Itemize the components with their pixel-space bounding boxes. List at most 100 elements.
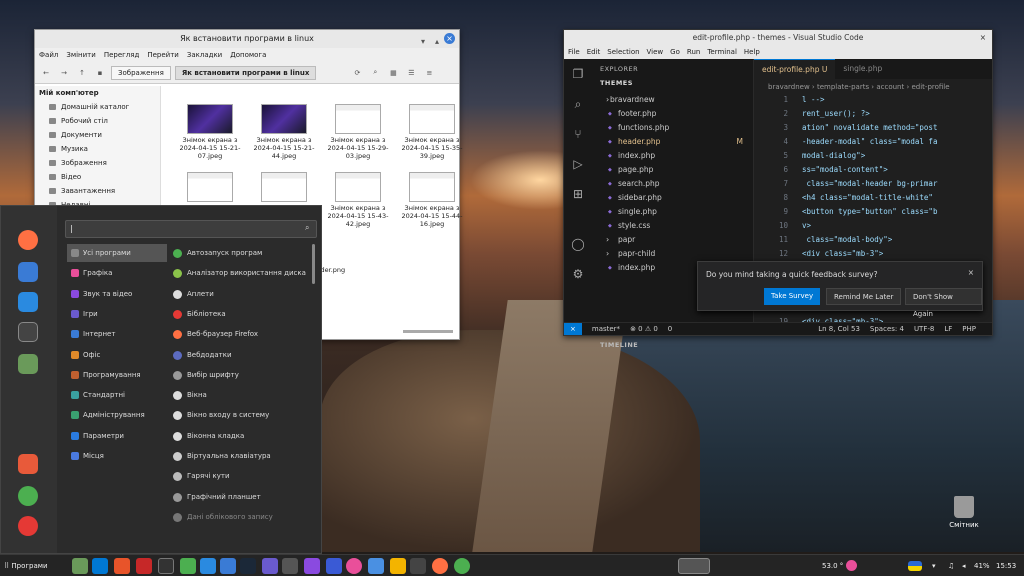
app-item[interactable]: Віконна кладка xyxy=(169,427,315,445)
branch-status[interactable]: master* xyxy=(592,323,620,335)
keyboard-layout-icon[interactable] xyxy=(908,561,922,571)
lock-screen-icon[interactable] xyxy=(18,454,38,474)
file-item[interactable]: Знімок екрана з 2024-04-15 15-21-44.jpeg xyxy=(247,104,321,160)
tab-edit-profile[interactable]: edit-profile.php U xyxy=(754,59,836,79)
category-item[interactable]: Усі програми xyxy=(67,244,167,262)
menu-item[interactable]: View xyxy=(647,45,664,59)
file-item[interactable]: page.php xyxy=(592,163,753,177)
file-item[interactable]: style.css xyxy=(592,219,753,233)
folder-item[interactable]: papr xyxy=(592,233,753,247)
editor-breadcrumb[interactable]: bravardnew › template-parts › account › … xyxy=(754,79,992,95)
app-item[interactable]: Вікна xyxy=(169,386,315,404)
app-item[interactable]: Автозапуск програм xyxy=(169,244,315,262)
up-icon[interactable]: ↑ xyxy=(75,69,89,77)
file-item[interactable]: Знімок екрана з 2024-04-15 15-21-07.jpeg xyxy=(173,104,247,160)
files-taskbar-icon[interactable] xyxy=(72,558,88,574)
app-taskbar-icon[interactable] xyxy=(262,558,278,574)
sidebar-item[interactable]: Документи xyxy=(35,128,160,142)
firefox-taskbar-icon[interactable] xyxy=(432,558,448,574)
app-item[interactable]: Вебдодатки xyxy=(169,346,315,364)
file-item[interactable]: sidebar.php xyxy=(592,191,753,205)
category-item[interactable]: Стандартні xyxy=(67,386,167,404)
terminal-taskbar-icon[interactable] xyxy=(158,558,174,574)
app-item[interactable]: Графічний планшет xyxy=(169,488,315,506)
logout-icon[interactable] xyxy=(18,486,38,506)
toggle-location-icon[interactable]: ▪ xyxy=(93,69,107,77)
file-item[interactable]: Знімок екрана з 2024-04-15 15-29-03.jpeg xyxy=(321,104,395,160)
settings-icon[interactable] xyxy=(18,292,38,312)
menu-item[interactable]: Змінити xyxy=(66,48,95,62)
temperature-status[interactable]: 53.0 ° xyxy=(822,555,843,576)
search-icon[interactable]: ⌕ xyxy=(564,89,592,119)
workspace-switcher[interactable] xyxy=(678,558,710,574)
remote-icon[interactable]: ⨯ xyxy=(564,323,582,335)
category-item[interactable]: Графіка xyxy=(67,264,167,282)
files-icon[interactable] xyxy=(18,354,38,374)
menu-item[interactable]: Terminal xyxy=(707,45,737,59)
category-item[interactable]: Параметри xyxy=(67,427,167,445)
menu-item[interactable]: Run xyxy=(687,45,700,59)
menu-search-input[interactable]: | xyxy=(65,220,317,238)
network-icon[interactable]: ▾ xyxy=(932,555,936,576)
problems-status[interactable]: ⊗ 0 ⚠ 0 xyxy=(630,323,658,335)
menu-item[interactable]: Файл xyxy=(39,48,58,62)
file-item[interactable]: Знімок екрана з 2024-04-15 15-44-16.jpeg xyxy=(395,172,469,228)
start-menu-button[interactable]: ⠿ Програми xyxy=(4,555,48,576)
xampp-taskbar-icon[interactable] xyxy=(114,558,130,574)
take-survey-button[interactable]: Take Survey xyxy=(764,288,821,305)
app-taskbar-icon[interactable] xyxy=(410,558,426,574)
vscode-titlebar[interactable]: edit-profile.php - themes - Visual Studi… xyxy=(564,30,992,45)
breadcrumb-current[interactable]: Як встановити програми в linux xyxy=(174,65,317,80)
firefox-icon[interactable] xyxy=(18,230,38,250)
category-item[interactable]: Місця xyxy=(67,447,167,465)
category-item[interactable]: Інтернет xyxy=(67,325,167,343)
volume-icon[interactable]: ♫ xyxy=(948,555,954,576)
encoding-status[interactable]: UTF-8 xyxy=(914,323,934,335)
app-item[interactable]: Гарячі кути xyxy=(169,467,315,485)
sidebar-item[interactable]: Завантаження xyxy=(35,184,160,198)
menu-item[interactable]: Help xyxy=(744,45,760,59)
sidebar-item[interactable]: Відео xyxy=(35,170,160,184)
source-control-icon[interactable]: ⑂ xyxy=(564,119,592,149)
explorer-icon[interactable]: ❐ xyxy=(564,59,592,89)
software-manager-icon[interactable] xyxy=(18,262,38,282)
file-item[interactable]: footer.php xyxy=(592,107,753,121)
settings-taskbar-icon[interactable] xyxy=(200,558,216,574)
menu-item[interactable]: Go xyxy=(670,45,680,59)
menu-item[interactable]: Перегляд xyxy=(104,48,140,62)
app-item[interactable]: Вибір шрифту xyxy=(169,366,315,384)
timeline-section[interactable]: TIMELINE xyxy=(592,335,646,355)
app-item[interactable]: Веб-браузер Firefox xyxy=(169,325,315,343)
menu-scrollbar[interactable] xyxy=(312,244,315,284)
minimize-icon[interactable]: ▾ xyxy=(421,33,425,51)
category-item[interactable]: Звук та відео xyxy=(67,285,167,303)
breadcrumb-pictures[interactable]: Зображення xyxy=(111,65,171,80)
close-icon[interactable]: × xyxy=(980,30,986,45)
zoom-slider[interactable] xyxy=(403,330,453,333)
remind-later-button[interactable]: Remind Me Later xyxy=(826,288,902,305)
file-item[interactable]: header.php M xyxy=(592,135,753,149)
app-taskbar-icon[interactable] xyxy=(282,558,298,574)
app-taskbar-icon[interactable] xyxy=(326,558,342,574)
battery-status[interactable]: 41% xyxy=(974,555,990,576)
language-status[interactable]: PHP xyxy=(962,323,976,335)
menu-item[interactable]: Допомога xyxy=(230,48,266,62)
clock[interactable]: 15:53 xyxy=(996,555,1016,576)
folder-item[interactable]: bravardnew xyxy=(592,93,753,107)
power-icon[interactable] xyxy=(18,516,38,536)
indentation-status[interactable]: Spaces: 4 xyxy=(870,323,904,335)
steam-taskbar-icon[interactable] xyxy=(240,558,256,574)
terminal-icon[interactable] xyxy=(18,322,38,342)
list-view-icon[interactable]: ☰ xyxy=(404,69,418,77)
menu-item[interactable]: Edit xyxy=(587,45,601,59)
category-item[interactable]: Ігри xyxy=(67,305,167,323)
software-taskbar-icon[interactable] xyxy=(220,558,236,574)
sidebar-item[interactable]: Зображення xyxy=(35,156,160,170)
account-icon[interactable]: ◯ xyxy=(564,229,592,259)
file-item[interactable]: Знімок екрана з 2024-04-15 15-35-39.jpeg xyxy=(395,104,469,160)
menu-item[interactable]: Закладки xyxy=(187,48,222,62)
sidebar-item[interactable]: Робочий стіл xyxy=(35,114,160,128)
file-item[interactable]: single.php xyxy=(592,205,753,219)
trash-desktop-icon[interactable]: Смітник xyxy=(946,496,982,529)
forward-icon[interactable]: → xyxy=(57,69,71,77)
